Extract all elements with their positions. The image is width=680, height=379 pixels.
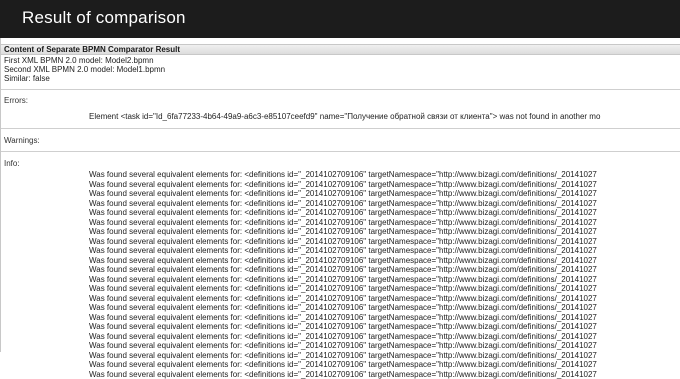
errors-label: Errors: — [4, 96, 28, 105]
info-item: Was found several equivalent elements fo… — [89, 237, 597, 247]
info-item: Was found several equivalent elements fo… — [89, 322, 597, 332]
info-item: Was found several equivalent elements fo… — [89, 265, 597, 275]
info-item: Was found several equivalent elements fo… — [89, 294, 597, 304]
info-list: Was found several equivalent elements fo… — [89, 170, 597, 379]
info-item: Was found several equivalent elements fo… — [89, 341, 597, 351]
info-item: Was found several equivalent elements fo… — [89, 227, 597, 237]
info-item: Was found several equivalent elements fo… — [89, 303, 597, 313]
info-label: Info: — [4, 159, 20, 168]
title-bar: Result of comparison — [0, 0, 680, 38]
info-item: Was found several equivalent elements fo… — [89, 180, 597, 190]
warnings-label: Warnings: — [4, 136, 40, 145]
error-item: Element <task id="Id_6fa77233-4b64-49a9-… — [89, 112, 600, 121]
info-item: Was found several equivalent elements fo… — [89, 208, 597, 218]
divider — [1, 89, 680, 90]
result-section-header: Content of Separate BPMN Comparator Resu… — [1, 44, 680, 55]
info-item: Was found several equivalent elements fo… — [89, 332, 597, 342]
result-panel: Content of Separate BPMN Comparator Resu… — [0, 38, 680, 352]
window-title: Result of comparison — [22, 8, 186, 28]
info-item: Was found several equivalent elements fo… — [89, 256, 597, 266]
similar-line: Similar: false — [4, 74, 50, 84]
info-item: Was found several equivalent elements fo… — [89, 246, 597, 256]
info-item: Was found several equivalent elements fo… — [89, 189, 597, 199]
divider — [1, 128, 680, 129]
info-item: Was found several equivalent elements fo… — [89, 284, 597, 294]
divider — [1, 151, 680, 152]
info-item: Was found several equivalent elements fo… — [89, 370, 597, 379]
info-item: Was found several equivalent elements fo… — [89, 275, 597, 285]
info-item: Was found several equivalent elements fo… — [89, 218, 597, 228]
info-item: Was found several equivalent elements fo… — [89, 199, 597, 209]
info-item: Was found several equivalent elements fo… — [89, 170, 597, 180]
info-item: Was found several equivalent elements fo… — [89, 313, 597, 323]
info-item: Was found several equivalent elements fo… — [89, 360, 597, 370]
